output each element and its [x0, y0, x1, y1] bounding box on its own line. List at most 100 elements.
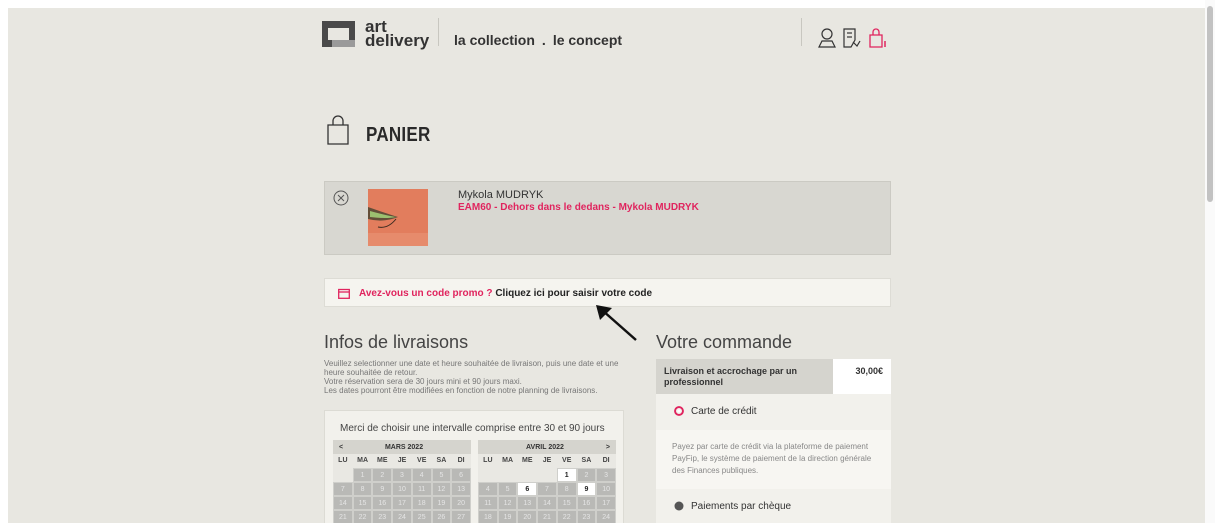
- empty-day-cell: [333, 468, 353, 482]
- payment-option-label: Paiements par chèque: [691, 501, 792, 512]
- promo-text: Avez-vous un code promo ? Cliquez ici po…: [359, 288, 652, 299]
- calendar-month-april: AVRIL 2022 > LU MA ME JE VE SA DI 1 2 3 4 5 6 7 8 9 10 11…: [478, 440, 616, 523]
- calendar-day-disabled: 10: [596, 482, 616, 496]
- calendar-day-disabled: 20: [517, 510, 538, 523]
- page-title: PANIER: [366, 124, 431, 146]
- calendar-day-disabled: 2: [576, 468, 597, 482]
- calendar-day-available[interactable]: 6: [517, 482, 538, 496]
- calendar-day-disabled: 23: [372, 510, 393, 523]
- calendar-day-disabled: 18: [411, 496, 432, 510]
- weekday-label: DI: [596, 454, 616, 468]
- month-bar: < MARS 2022: [333, 440, 471, 454]
- nav-concept[interactable]: le concept: [553, 32, 622, 48]
- calendar-day-disabled: 2: [372, 468, 393, 482]
- calendar-day-disabled: 14: [333, 496, 353, 510]
- weekday-label: LU: [478, 454, 498, 468]
- calendar-day-disabled: 14: [537, 496, 557, 510]
- logo-line-2: delivery: [365, 31, 430, 50]
- calendar-day-disabled: 8: [352, 482, 373, 496]
- annotation-arrow: [596, 305, 637, 341]
- page-background: art delivery la collection . le concept …: [8, 8, 1205, 523]
- calendar-day-disabled: 16: [576, 496, 597, 510]
- weekday-label: ME: [517, 454, 538, 468]
- calendar-day-disabled: 6: [451, 468, 471, 482]
- calendar-day-disabled: 13: [517, 496, 538, 510]
- radio-unselected-icon[interactable]: [674, 501, 684, 511]
- empty-day-cell: [497, 468, 518, 482]
- cart-icon[interactable]: [867, 27, 889, 49]
- artwork-thumbnail[interactable]: [368, 189, 428, 246]
- nav-separator: .: [541, 32, 546, 48]
- delivery-info: Veuillez selectionner une date et heure …: [324, 359, 639, 395]
- empty-day-cell: [537, 468, 557, 482]
- calendar-day-disabled: 12: [431, 482, 452, 496]
- weekday-label: VE: [556, 454, 577, 468]
- main-nav: la collection . le concept: [454, 32, 622, 48]
- prev-month-button[interactable]: <: [339, 444, 343, 451]
- calendar-day-disabled: 4: [411, 468, 432, 482]
- scrollbar-thumb[interactable]: [1207, 6, 1213, 202]
- nav-collection[interactable]: la collection: [454, 32, 535, 48]
- calendar-day-available[interactable]: 9: [576, 482, 597, 496]
- cart-item: Mykola MUDRYK EAM60 - Dehors dans le ded…: [324, 181, 891, 255]
- weekday-label: MA: [497, 454, 518, 468]
- weekday-label: VE: [411, 454, 432, 468]
- logo-text: art delivery: [365, 18, 430, 50]
- calendar-day-disabled: 17: [392, 496, 412, 510]
- promo-link[interactable]: Cliquez ici pour saisir votre code: [495, 288, 652, 299]
- calendar-day-disabled: 17: [596, 496, 616, 510]
- calendar-day-disabled: 24: [392, 510, 412, 523]
- payment-description: Payez par carte de crédit via la platefo…: [656, 430, 891, 489]
- calendar-day-disabled: 8: [556, 482, 577, 496]
- artist-name: Mykola MUDRYK: [458, 189, 544, 201]
- delivery-info-line: Veuillez selectionner une date et heure …: [324, 359, 619, 377]
- payment-option-label: Carte de crédit: [691, 406, 757, 417]
- artwork-link[interactable]: EAM60 - Dehors dans le dedans - Mykola M…: [458, 202, 699, 213]
- weekday-label: SA: [576, 454, 597, 468]
- month-grid: LU MA ME JE VE SA DI 1 2 3 4 5 6 7 8 9 10 11 12 13 14 15 16 17 1…: [478, 454, 616, 523]
- document-icon[interactable]: [840, 27, 862, 49]
- calendar-day-disabled: 12: [497, 496, 518, 510]
- calendar-day-disabled: 18: [478, 510, 498, 523]
- calendar-day-disabled: 24: [596, 510, 616, 523]
- calendar-day-disabled: 5: [431, 468, 452, 482]
- weekday-label: JE: [537, 454, 557, 468]
- calendar-day-disabled: 27: [451, 510, 471, 523]
- next-month-button[interactable]: >: [606, 444, 610, 451]
- logo-mark: [322, 21, 355, 47]
- calendar-icon: [338, 288, 350, 299]
- weekday-label: ME: [372, 454, 393, 468]
- month-name: MARS 2022: [384, 443, 424, 451]
- calendar-day-available[interactable]: 1: [556, 468, 577, 482]
- order-line-label: Livraison et accrochage par un professio…: [656, 359, 833, 394]
- weekday-label: LU: [333, 454, 353, 468]
- calendar-day-disabled: 13: [451, 482, 471, 496]
- calendar-day-disabled: 7: [333, 482, 353, 496]
- calendar-day-disabled: 4: [478, 482, 498, 496]
- order-title: Votre commande: [656, 332, 793, 352]
- calendar-day-disabled: 22: [352, 510, 373, 523]
- calendar-month-march: < MARS 2022 LU MA ME JE VE SA DI 1 2 3 4 5 6 7 8 9 10 11 1…: [333, 440, 471, 523]
- calendar-day-disabled: 15: [352, 496, 373, 510]
- user-icon[interactable]: [816, 27, 838, 49]
- calendar-day-disabled: 7: [537, 482, 557, 496]
- promo-banner[interactable]: Avez-vous un code promo ? Cliquez ici po…: [324, 278, 891, 307]
- payment-option-cheque[interactable]: Paiements par chèque: [656, 489, 891, 523]
- remove-item-icon[interactable]: [333, 190, 349, 206]
- calendar-day-disabled: 25: [411, 510, 432, 523]
- logo[interactable]: art delivery: [322, 18, 430, 50]
- promo-question: Avez-vous un code promo ?: [359, 288, 493, 299]
- weekday-label: MA: [352, 454, 373, 468]
- calendar-day-disabled: 19: [497, 510, 518, 523]
- calendar-day-disabled: 21: [333, 510, 353, 523]
- payment-option-card[interactable]: Carte de crédit: [656, 394, 891, 430]
- scrollbar[interactable]: [1205, 0, 1215, 523]
- radio-selected-icon[interactable]: [674, 406, 684, 416]
- calendar-day-disabled: 23: [576, 510, 597, 523]
- calendar-day-disabled: 11: [411, 482, 432, 496]
- calendar-day-disabled: 3: [392, 468, 412, 482]
- calendar-day-disabled: 16: [372, 496, 393, 510]
- weekday-label: DI: [451, 454, 471, 468]
- delivery-info-line: Les dates pourront être modifiées en fon…: [324, 386, 598, 395]
- order-line-price: 30,00€: [833, 359, 891, 394]
